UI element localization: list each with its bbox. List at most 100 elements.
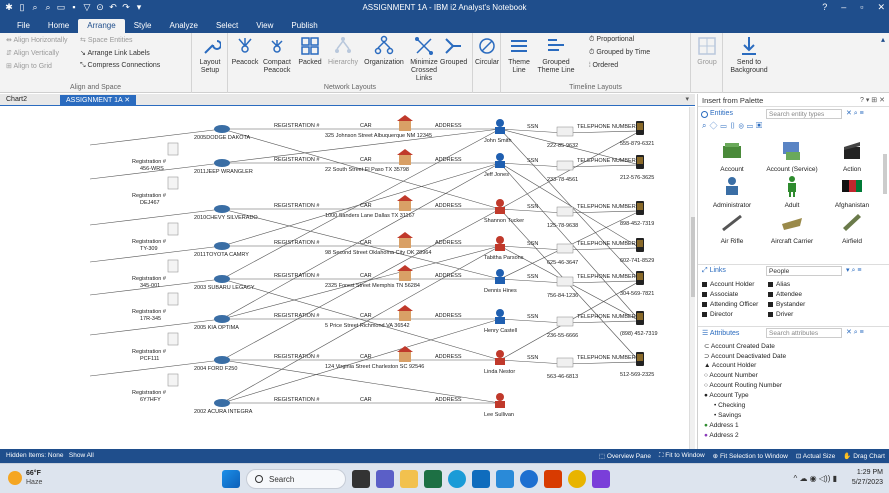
- telephone-link-label[interactable]: TELEPHONE NUMBER: [577, 274, 636, 280]
- proportional-button[interactable]: ⏱ Proportional: [589, 36, 634, 44]
- packed-button[interactable]: Packed: [296, 35, 324, 67]
- fit-selection-button[interactable]: ⊕ Fit Selection to Window: [713, 452, 788, 460]
- entity-aircraft-carrier[interactable]: Aircraft Carrier: [762, 210, 822, 245]
- tab-publish[interactable]: Publish: [282, 19, 326, 33]
- person-label[interactable]: Lee Sullivan: [484, 412, 514, 418]
- tab-chart2[interactable]: Chart2: [0, 95, 33, 106]
- ssn-label[interactable]: 233-78-4561: [547, 177, 578, 183]
- address-link-label[interactable]: ADDRESS: [435, 203, 462, 209]
- telephone-link-label[interactable]: TELEPHONE NUMBER: [577, 355, 636, 361]
- phone-label[interactable]: 898-452-7319: [620, 221, 654, 227]
- file-explorer-icon[interactable]: [400, 470, 418, 488]
- entity-air-rifle[interactable]: Air Rifle: [702, 210, 762, 245]
- link-alias[interactable]: Alias: [768, 281, 790, 288]
- excel-icon[interactable]: [424, 470, 442, 488]
- image-view-icon[interactable]: ▣: [756, 121, 765, 130]
- registration-value[interactable]: PCF111: [140, 356, 159, 362]
- vehicle-label[interactable]: 2011JEEP WRANGLER: [194, 169, 253, 175]
- filter-view-icon[interactable]: ⊜: [739, 121, 747, 130]
- registration-label[interactable]: Registration #: [132, 193, 167, 199]
- address-label[interactable]: 325 Johnson Street Albuquerque NM 12345: [325, 133, 432, 139]
- registration-link-label[interactable]: REGISTRATION #: [274, 157, 320, 163]
- list-view-icon[interactable]: ▯: [730, 121, 739, 130]
- attr-savings[interactable]: • Savings: [714, 412, 741, 419]
- link-driver[interactable]: Driver: [768, 311, 793, 318]
- car-link-label[interactable]: CAR: [360, 354, 372, 360]
- grouped-theme-line-button[interactable]: Grouped Theme Line: [537, 35, 575, 75]
- tab-view[interactable]: View: [247, 19, 282, 33]
- registration-document-icon[interactable]: [167, 176, 179, 190]
- ssn-link-label[interactable]: SSN: [527, 124, 538, 130]
- man-icon[interactable]: [496, 269, 504, 277]
- attr-account-number[interactable]: ○ Account Number: [704, 372, 758, 379]
- tab-home[interactable]: Home: [39, 19, 78, 33]
- drag-chart-button[interactable]: ✋ Drag Chart: [843, 452, 885, 460]
- tab-file[interactable]: File: [8, 19, 39, 33]
- taskbar-search-box[interactable]: Search: [246, 469, 346, 489]
- vehicle-label[interactable]: 2003 SUBARU LEGACY: [194, 285, 255, 291]
- registration-label[interactable]: Registration #: [132, 309, 167, 315]
- phone-screen-icon[interactable]: [637, 313, 643, 320]
- chrome-icon[interactable]: [568, 470, 586, 488]
- address-label[interactable]: 5 Price Street Richmond VA 36542: [325, 323, 410, 329]
- compress-connections-button[interactable]: ⤡ Compress Connections: [80, 62, 160, 70]
- address-link-label[interactable]: ADDRESS: [435, 313, 462, 319]
- telephone-link-label[interactable]: TELEPHONE NUMBER: [577, 124, 636, 130]
- registration-label[interactable]: Registration #: [132, 239, 167, 245]
- minimize-crossed-links-button[interactable]: Minimize Crossed Links: [408, 35, 440, 83]
- close-tab-icon[interactable]: ✕: [124, 97, 130, 104]
- address-label[interactable]: 22 South Street El Paso TX 35798: [325, 167, 409, 173]
- link-attendee[interactable]: Attendee: [768, 291, 802, 298]
- ssn-card-icon[interactable]: [556, 357, 574, 368]
- entity-action[interactable]: Action: [822, 138, 882, 173]
- ssn-card-icon[interactable]: [556, 316, 574, 327]
- entities-search-controls[interactable]: ✕ ⌕ ≡: [846, 109, 864, 118]
- align-horizontally-button[interactable]: ⇹ Align Horizontally: [6, 36, 68, 44]
- entity-afghanistan[interactable]: Afghanistan: [822, 174, 882, 209]
- attr-address-1[interactable]: ● Address 1: [704, 422, 739, 429]
- car-icon[interactable]: [214, 159, 230, 167]
- registration-label[interactable]: Registration #: [132, 349, 167, 355]
- person-label[interactable]: Shannon Tucker: [484, 218, 524, 224]
- registration-document-icon[interactable]: [167, 259, 179, 273]
- car-link-label[interactable]: CAR: [360, 313, 372, 319]
- registration-value[interactable]: DEJ467: [140, 200, 160, 206]
- phone-screen-icon[interactable]: [637, 203, 643, 210]
- registration-link-label[interactable]: REGISTRATION #: [274, 123, 320, 129]
- link-associate[interactable]: Associate: [702, 291, 738, 298]
- align-vertically-button[interactable]: ⇵ Align Vertically: [6, 49, 59, 57]
- car-link-label[interactable]: CAR: [360, 203, 372, 209]
- compact-peacock-button[interactable]: Compact Peacock: [262, 35, 292, 75]
- ssn-link-label[interactable]: SSN: [527, 204, 538, 210]
- link-bystander[interactable]: Bystander: [768, 301, 805, 308]
- registration-label[interactable]: Registration #: [132, 159, 167, 165]
- registration-link-label[interactable]: REGISTRATION #: [274, 354, 320, 360]
- ssn-link-label[interactable]: SSN: [527, 158, 538, 164]
- system-tray-icons[interactable]: ^ ☁ ◉ ◁)) ▮: [793, 474, 837, 483]
- vehicle-label[interactable]: 2002 ACURA INTEGRA: [194, 409, 253, 415]
- car-link-label[interactable]: CAR: [360, 157, 372, 163]
- house-icon[interactable]: [399, 271, 411, 281]
- car-icon[interactable]: [214, 205, 230, 213]
- entities-radio-icon[interactable]: [701, 111, 708, 118]
- actual-size-button[interactable]: ⊡ Actual Size: [796, 452, 835, 460]
- ssn-card-icon[interactable]: [556, 243, 574, 254]
- person-body-icon[interactable]: [495, 401, 505, 408]
- woman-icon[interactable]: [496, 393, 504, 401]
- entity-administrator[interactable]: Administrator: [702, 174, 762, 209]
- phone-screen-icon[interactable]: [637, 240, 643, 247]
- ssn-link-label[interactable]: SSN: [527, 314, 538, 320]
- fit-to-window-button[interactable]: ⛶ Fit to Window: [659, 452, 705, 460]
- address-link-label[interactable]: ADDRESS: [435, 123, 462, 129]
- house-roof-icon[interactable]: [397, 346, 413, 352]
- links-controls[interactable]: ▾ ⌕ ≡: [846, 266, 861, 275]
- vehicle-label[interactable]: 2005 KIA OPTIMA: [194, 325, 239, 331]
- ssn-label[interactable]: 125-78-9638: [547, 223, 578, 229]
- registration-document-icon[interactable]: [167, 332, 179, 346]
- car-icon[interactable]: [214, 356, 230, 364]
- ssn-label[interactable]: 756-84-1236: [547, 293, 578, 299]
- link-ssn-phone[interactable]: [564, 280, 641, 284]
- phone-screen-icon[interactable]: [637, 354, 643, 361]
- registration-value[interactable]: 345-001: [140, 283, 160, 289]
- align-to-grid-button[interactable]: ⊞ Align to Grid: [6, 62, 52, 70]
